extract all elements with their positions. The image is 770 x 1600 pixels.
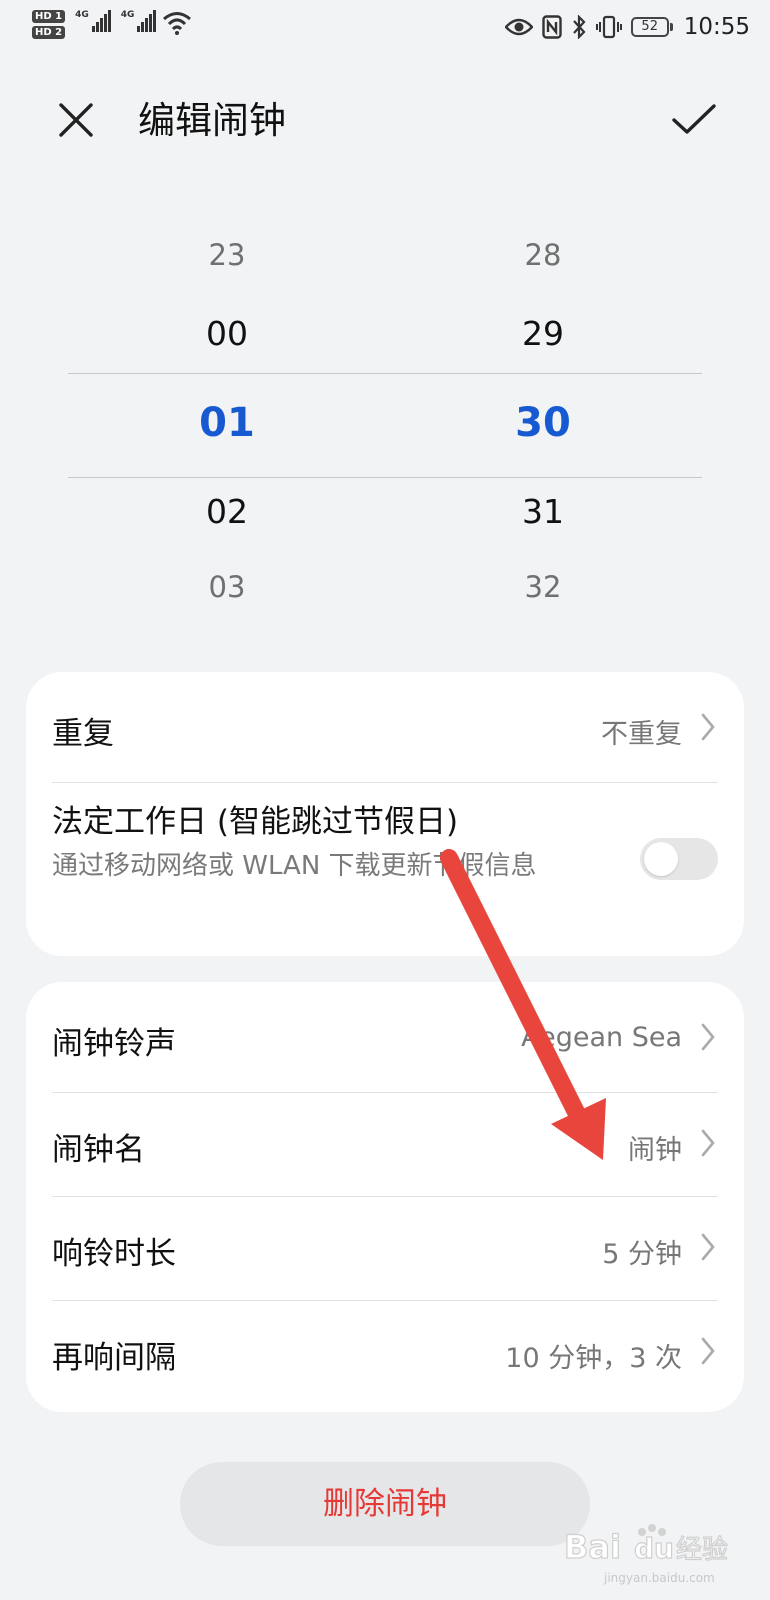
nfc-icon	[542, 15, 562, 39]
time-picker[interactable]: 23 00 01 02 03 28 29 30 31 32	[0, 220, 770, 620]
row-divider	[52, 782, 718, 783]
snooze-value: 10 分钟，3 次	[505, 1343, 682, 1374]
repeat-value: 不重复	[601, 719, 682, 750]
hd-indicators: HD 1 HD 2	[32, 10, 66, 39]
battery-icon: 52	[630, 17, 673, 37]
repeat-card: 重复 不重复 法定工作日 (智能跳过节假日) 通过移动网络或 WLAN 下载更新…	[26, 672, 744, 956]
workday-label: 法定工作日 (智能跳过节假日)	[52, 804, 459, 840]
hour-option[interactable]: 03	[147, 570, 307, 604]
confirm-button[interactable]	[668, 96, 720, 144]
hd-badge-2: HD 2	[32, 26, 66, 39]
chevron-right-icon	[701, 1337, 715, 1365]
ring-duration-label: 响铃时长	[52, 1236, 176, 1272]
hour-option[interactable]: 02	[147, 492, 307, 531]
minute-option[interactable]: 31	[463, 492, 623, 531]
picker-divider-top	[68, 373, 702, 374]
chevron-right-icon	[701, 1023, 715, 1051]
hour-option[interactable]: 00	[147, 314, 307, 353]
watermark-brand: Bai	[564, 1528, 621, 1566]
page-title: 编辑闹钟	[138, 99, 286, 142]
minute-selected[interactable]: 30	[463, 400, 623, 446]
network-type-1: 4G	[75, 10, 89, 20]
watermark-suffix: 经验	[676, 1535, 728, 1565]
chevron-right-icon	[701, 1233, 715, 1261]
hd-badge-1: HD 1	[32, 10, 66, 23]
status-right: 52 10:55	[504, 14, 750, 40]
watermark-domain: jingyan.baidu.com	[603, 1571, 715, 1585]
vibrate-icon	[595, 15, 622, 39]
repeat-row[interactable]: 重复 不重复	[52, 672, 718, 782]
snooze-row[interactable]: 再响间隔 10 分钟，3 次	[52, 1300, 718, 1404]
snooze-label: 再响间隔	[52, 1340, 176, 1376]
bluetooth-icon	[572, 15, 586, 39]
hour-selected[interactable]: 01	[147, 400, 307, 446]
delete-alarm-button[interactable]: 删除闹钟	[180, 1462, 590, 1546]
alarm-name-value: 闹钟	[628, 1135, 682, 1166]
status-left: HD 1 HD 2 4G 4G	[32, 10, 192, 39]
ring-duration-value: 5 分钟	[602, 1239, 682, 1270]
signal-icon-1: 4G	[75, 10, 111, 32]
alarm-name-row[interactable]: 闹钟名 闹钟	[52, 1092, 718, 1196]
baidu-jingyan-watermark: Bai du 经验 jingyan.baidu.com	[564, 1524, 729, 1585]
watermark-paw-text: du	[634, 1532, 674, 1565]
status-bar: HD 1 HD 2 4G 4G 52 10:55	[0, 0, 770, 60]
status-time: 10:55	[683, 14, 750, 40]
alarm-settings-card: 闹钟铃声 Aegean Sea 闹钟名 闹钟 响铃时长 5 分钟 再响间隔 10…	[26, 982, 744, 1412]
ringtone-row[interactable]: 闹钟铃声 Aegean Sea	[52, 982, 718, 1092]
minute-option[interactable]: 29	[463, 314, 623, 353]
workday-row: 法定工作日 (智能跳过节假日) 通过移动网络或 WLAN 下载更新节假信息	[52, 804, 718, 944]
network-type-2: 4G	[120, 10, 135, 20]
minute-option[interactable]: 28	[463, 238, 623, 272]
ring-duration-row[interactable]: 响铃时长 5 分钟	[52, 1196, 718, 1300]
signal-icon-2: 4G	[121, 10, 157, 32]
eye-icon	[504, 18, 533, 36]
workday-toggle[interactable]	[640, 838, 718, 880]
close-button[interactable]	[52, 96, 100, 144]
minute-option[interactable]: 32	[463, 570, 623, 604]
workday-description: 通过移动网络或 WLAN 下载更新节假信息	[52, 851, 537, 881]
ringtone-value: Aegean Sea	[521, 1022, 682, 1053]
chevron-right-icon	[701, 1129, 715, 1157]
close-icon	[59, 103, 93, 137]
check-icon	[672, 104, 716, 134]
alarm-name-label: 闹钟名	[52, 1132, 145, 1168]
repeat-label: 重复	[52, 716, 114, 752]
chevron-right-icon	[701, 713, 715, 741]
toggle-knob	[644, 842, 678, 876]
ringtone-label: 闹钟铃声	[52, 1026, 176, 1062]
wifi-icon	[163, 12, 192, 35]
hour-option[interactable]: 23	[147, 238, 307, 272]
picker-divider-bottom	[68, 477, 702, 478]
